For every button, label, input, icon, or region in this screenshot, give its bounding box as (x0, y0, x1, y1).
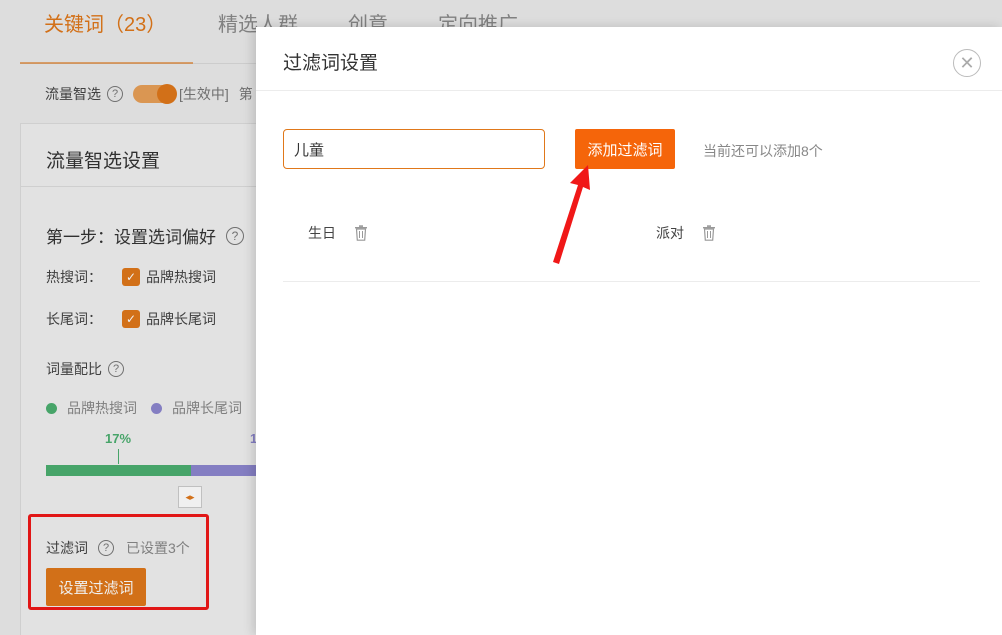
dialog-divider (256, 90, 1002, 91)
filter-word-item: 生日 (308, 223, 368, 243)
trash-icon[interactable] (354, 225, 368, 241)
remaining-count-text: 当前还可以添加8个 (703, 143, 823, 159)
filter-word-item: 派对 (656, 223, 716, 243)
filter-word-input[interactable] (283, 129, 545, 169)
filter-word-text: 生日 (308, 225, 336, 241)
add-filter-word-button[interactable]: 添加过滤词 (575, 129, 675, 169)
filter-words-dialog: 过滤词设置 ✕ 添加过滤词 当前还可以添加8个 生日 派对 (256, 27, 1002, 635)
trash-icon[interactable] (702, 225, 716, 241)
close-icon[interactable]: ✕ (953, 49, 981, 77)
list-divider (283, 281, 980, 282)
dialog-title: 过滤词设置 (283, 53, 379, 74)
filter-word-text: 派对 (656, 225, 684, 241)
